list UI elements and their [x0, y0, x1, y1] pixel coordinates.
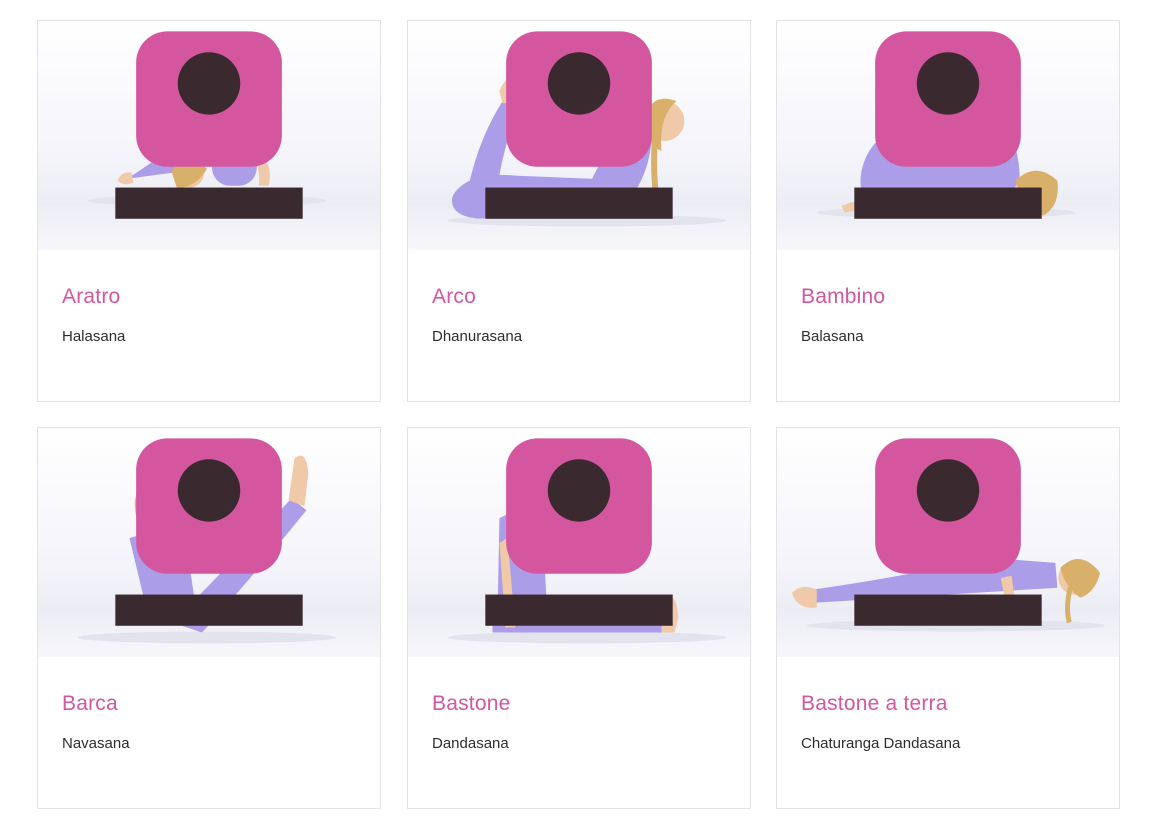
- pose-card-bastone[interactable]: Bastone Dandasana: [407, 427, 751, 809]
- brand-logo-icon: [854, 438, 1042, 626]
- pose-card-aratro[interactable]: Aratro Halasana: [37, 20, 381, 402]
- pose-card-bastone-a-terra[interactable]: Bastone a terra Chaturanga Dandasana: [776, 427, 1120, 809]
- pose-name[interactable]: Barca: [62, 692, 118, 716]
- pose-sanskrit-name: Dandasana: [432, 735, 509, 752]
- brand-logo-icon: [115, 31, 303, 219]
- pose-sanskrit-name: Navasana: [62, 735, 130, 752]
- pose-card-bambino[interactable]: Bambino Balasana: [776, 20, 1120, 402]
- pose-photo-arco[interactable]: [408, 21, 750, 250]
- brand-logo-icon: [115, 438, 303, 626]
- pose-card-arco[interactable]: Arco Dhanurasana: [407, 20, 751, 402]
- pose-name[interactable]: Arco: [432, 285, 476, 309]
- pose-photo-bambino[interactable]: [777, 21, 1119, 250]
- pose-name[interactable]: Bastone a terra: [801, 692, 948, 716]
- brand-logo-icon: [485, 438, 673, 626]
- pose-photo-barca[interactable]: [38, 428, 380, 657]
- brand-logo-icon: [854, 31, 1042, 219]
- pose-sanskrit-name: Chaturanga Dandasana: [801, 735, 961, 752]
- pose-sanskrit-name: Halasana: [62, 328, 126, 345]
- pose-photo-bastone-a-terra[interactable]: [777, 428, 1119, 657]
- pose-photo-bastone[interactable]: [408, 428, 750, 657]
- pose-name[interactable]: Aratro: [62, 285, 120, 309]
- pose-name[interactable]: Bambino: [801, 285, 885, 309]
- pose-photo-aratro[interactable]: [38, 21, 380, 250]
- pose-name[interactable]: Bastone: [432, 692, 510, 716]
- pose-sanskrit-name: Balasana: [801, 328, 864, 345]
- brand-logo-icon: [485, 31, 673, 219]
- pose-card-barca[interactable]: Barca Navasana: [37, 427, 381, 809]
- pose-grid: Aratro Halasana Arco Dhanurasana Bambino…: [0, 0, 1160, 832]
- pose-sanskrit-name: Dhanurasana: [432, 328, 523, 345]
